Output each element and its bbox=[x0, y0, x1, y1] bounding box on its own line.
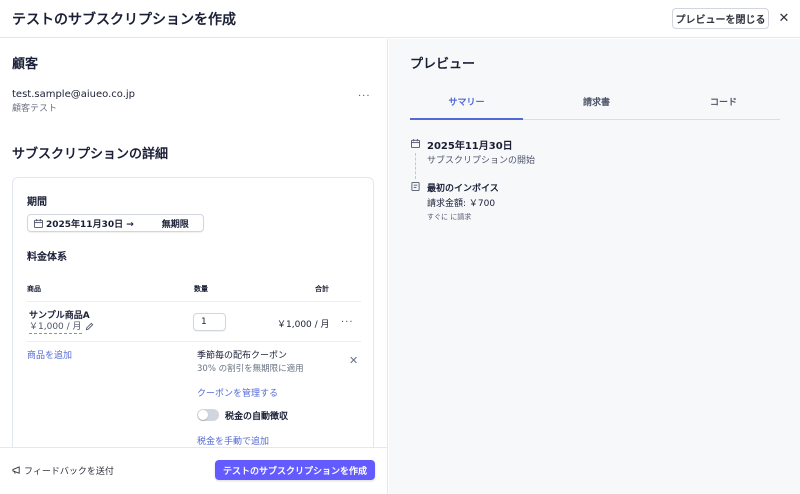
modal-header: テストのサブスクリプションを作成 プレビューを閉じる ✕ bbox=[0, 0, 800, 38]
quantity-input[interactable]: 1 bbox=[193, 313, 226, 331]
customer-email: test.sample@aiueo.co.jp bbox=[12, 89, 136, 100]
remove-coupon-icon[interactable]: ✕ bbox=[349, 354, 358, 367]
preview-tabs: サマリー 請求書 コード bbox=[410, 89, 780, 120]
preview-pane: プレビュー サマリー 請求書 コード 2025年11月30日 サブスクリプション… bbox=[389, 39, 800, 494]
invoice-timing: すぐに に請求 bbox=[427, 213, 472, 221]
calendar-icon bbox=[411, 139, 420, 148]
active-tab-indicator bbox=[410, 118, 523, 120]
form-pane: 顧客 test.sample@aiueo.co.jp 顧客テスト ··· サブス… bbox=[0, 39, 388, 494]
coupon-name: 季節毎の配布クーポン bbox=[197, 351, 288, 361]
table-divider bbox=[27, 301, 361, 302]
column-header-product: 商品 bbox=[27, 285, 41, 293]
form-footer: フィードバックを送付 テストのサブスクリプションを作成 bbox=[0, 447, 387, 494]
line-total: ￥1,000 / 月 bbox=[277, 320, 330, 330]
close-preview-button[interactable]: プレビューを閉じる bbox=[672, 8, 769, 29]
tab-invoice[interactable]: 請求書 bbox=[540, 95, 653, 108]
product-price[interactable]: ￥1,000 / 月 bbox=[29, 322, 82, 334]
manual-tax-link[interactable]: 税金を手動で追加 bbox=[197, 434, 269, 447]
invoice-amount: 請求金額: ￥700 bbox=[427, 199, 496, 209]
feedback-label: フィードバックを送付 bbox=[24, 467, 114, 477]
details-section-title: サブスクリプションの詳細 bbox=[12, 147, 169, 162]
auto-tax-toggle[interactable] bbox=[197, 409, 219, 421]
coupon-description: 30% の割引を無期限に適用 bbox=[197, 364, 304, 374]
feedback-button[interactable]: フィードバックを送付 bbox=[12, 464, 114, 477]
timeline-connector bbox=[415, 153, 416, 179]
page-title: テストのサブスクリプションを作成 bbox=[12, 12, 236, 28]
manage-coupons-link[interactable]: クーポンを管理する bbox=[197, 386, 278, 399]
customer-name: 顧客テスト bbox=[12, 104, 58, 114]
tab-code[interactable]: コード bbox=[667, 95, 780, 108]
period-end: 無期限 bbox=[161, 219, 189, 230]
line-item-menu-button[interactable]: ··· bbox=[341, 317, 354, 328]
customer-section-title: 顧客 bbox=[12, 57, 39, 72]
toggle-knob bbox=[198, 410, 208, 420]
table-divider bbox=[27, 341, 361, 342]
column-header-quantity: 数量 bbox=[194, 285, 208, 293]
pencil-icon[interactable] bbox=[85, 322, 94, 331]
customer-menu-button[interactable]: ··· bbox=[358, 91, 371, 102]
pricing-label: 料金体系 bbox=[27, 252, 67, 263]
preview-title: プレビュー bbox=[410, 57, 476, 72]
close-icon[interactable]: ✕ bbox=[776, 9, 792, 27]
feedback-icon bbox=[12, 466, 20, 474]
auto-tax-label: 税金の自動徴収 bbox=[225, 412, 289, 422]
invoice-icon bbox=[411, 182, 420, 191]
period-label: 期間 bbox=[27, 197, 47, 208]
add-product-link[interactable]: 商品を追加 bbox=[27, 348, 72, 361]
calendar-icon bbox=[34, 218, 43, 228]
subscription-details-card: 期間 2025年11月30日 → 無期限 料金体系 商品 数量 合計 サンプル商… bbox=[12, 177, 374, 477]
create-subscription-button[interactable]: テストのサブスクリプションを作成 bbox=[215, 460, 375, 480]
period-selector[interactable]: 2025年11月30日 → 無期限 bbox=[27, 214, 204, 232]
invoice-title: 最初のインボイス bbox=[427, 184, 499, 194]
timeline-start-label: サブスクリプションの開始 bbox=[427, 156, 536, 166]
product-name: サンプル商品A bbox=[29, 311, 90, 321]
tab-summary[interactable]: サマリー bbox=[410, 95, 523, 108]
column-header-total: 合計 bbox=[315, 285, 329, 293]
period-start: 2025年11月30日 → bbox=[46, 219, 134, 230]
timeline-date: 2025年11月30日 bbox=[427, 141, 513, 152]
